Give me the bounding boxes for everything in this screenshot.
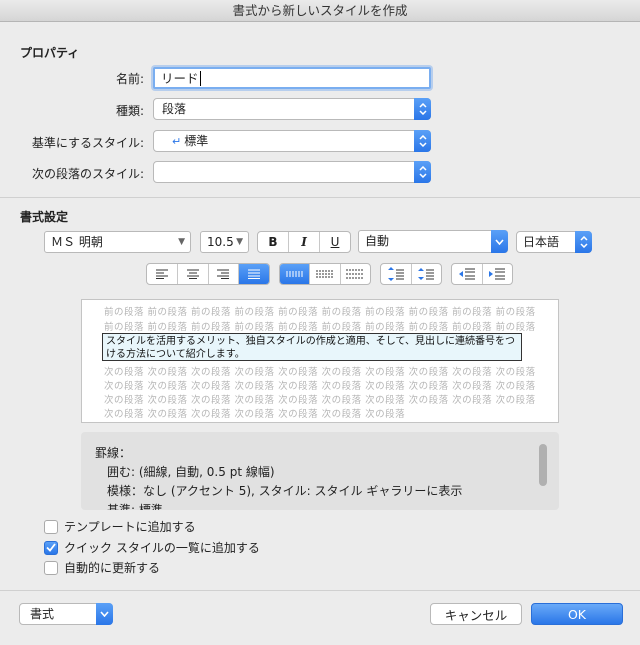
align-justify-button[interactable] [239, 264, 269, 284]
align-left-icon [155, 269, 168, 279]
alignment-group [146, 263, 270, 285]
line-spacing-group [279, 263, 371, 285]
ok-button[interactable]: OK [531, 603, 623, 625]
chevron-updown-icon [575, 231, 592, 253]
checkmark-icon [46, 543, 56, 552]
auto-update-option[interactable]: 自動的に更新する [44, 559, 160, 576]
font-color-select[interactable]: 自動 [358, 230, 508, 253]
section-divider [0, 197, 640, 198]
increase-indent-icon [489, 268, 506, 280]
align-center-button[interactable] [178, 264, 209, 284]
text-cursor [199, 71, 201, 86]
footer-divider [0, 590, 640, 591]
align-left-button[interactable] [147, 264, 178, 284]
cancel-button[interactable]: キャンセル [430, 603, 522, 625]
caret-down-icon: ▼ [236, 237, 243, 247]
align-center-icon [186, 269, 199, 279]
decrease-indent-button[interactable] [452, 264, 483, 284]
based-on-label: 基準にするスタイル: [31, 136, 144, 150]
add-to-template-checkbox[interactable] [44, 519, 58, 534]
align-right-button[interactable] [209, 264, 240, 284]
space-after-icon [418, 268, 435, 280]
style-name-value: リード [161, 71, 199, 86]
preview-prev-line: 前の段落 前の段落 前の段落 前の段落 前の段落 前の段落 前の段落 前の段落 … [104, 307, 536, 318]
space-before-button[interactable] [381, 264, 412, 284]
caret-down-icon: ▼ [178, 237, 185, 247]
preview-current-paragraph: スタイルを活用するメリット、独自スタイルの作成と適用、そして、見出しに連続番号を… [102, 333, 522, 361]
window-title: 書式から新しいスタイルを作成 [0, 0, 640, 22]
language-select[interactable]: 日本語 [516, 231, 592, 253]
language-value: 日本語 [523, 235, 560, 249]
style-name-input[interactable]: リード [153, 67, 431, 89]
chevron-down-icon [96, 603, 113, 625]
style-preview: 前の段落 前の段落 前の段落 前の段落 前の段落 前の段落 前の段落 前の段落 … [81, 299, 559, 423]
type-label: 種類: [115, 104, 144, 118]
add-to-template-option[interactable]: テンプレートに追加する [44, 518, 196, 535]
one-half-spacing-button[interactable] [310, 264, 341, 284]
style-type-select[interactable]: 段落 [153, 98, 431, 120]
preview-next-line: 次の段落 次の段落 次の段落 次の段落 次の段落 次の段落 次の段落 次の段落 … [104, 367, 536, 378]
font-size-value: 10.5 [207, 235, 234, 249]
align-right-icon [217, 269, 230, 279]
indent-group [451, 263, 513, 285]
font-value: ＭＳ 明朝 [51, 235, 103, 249]
underline-button[interactable]: U [320, 232, 350, 252]
space-after-button[interactable] [412, 264, 442, 284]
chevron-updown-icon [414, 98, 431, 120]
format-menu-label: 書式 [30, 607, 55, 621]
preview-next-line: 次の段落 次の段落 次の段落 次の段落 次の段落 次の段落 次の段落 次の段落 … [104, 395, 536, 406]
single-spacing-button[interactable] [280, 264, 311, 284]
quick-styles-label: クイック スタイルの一覧に追加する [64, 541, 260, 555]
auto-update-label: 自動的に更新する [64, 561, 161, 575]
description-line: 基準: 標準 [107, 503, 163, 510]
next-style-label: 次の段落のスタイル: [31, 167, 144, 181]
based-on-value: 標準 [184, 134, 209, 148]
paragraph-spacing-group [380, 263, 442, 285]
quick-styles-option[interactable]: クイック スタイルの一覧に追加する [44, 539, 260, 556]
preview-next-line: 次の段落 次の段落 次の段落 次の段落 次の段落 次の段落 次の段落 [104, 409, 406, 420]
style-description: 罫線： 囲む: (細線, 自動, 0.5 pt 線幅) 模様：なし (アクセント… [81, 432, 559, 510]
italic-button[interactable]: I [289, 232, 320, 252]
preview-prev-line: 前の段落 前の段落 前の段落 前の段落 前の段落 前の段落 前の段落 前の段落 … [104, 322, 536, 333]
bold-button[interactable]: B [258, 232, 289, 252]
space-before-icon [387, 267, 404, 281]
font-size-select[interactable]: 10.5 ▼ [200, 231, 249, 253]
name-label: 名前: [115, 72, 144, 86]
decrease-indent-icon [458, 268, 475, 280]
preview-next-line: 次の段落 次の段落 次の段落 次の段落 次の段落 次の段落 次の段落 次の段落 … [104, 381, 536, 392]
double-spacing-button[interactable] [341, 264, 370, 284]
align-justify-icon [248, 269, 261, 279]
one-half-spacing-icon [315, 270, 334, 278]
font-select[interactable]: ＭＳ 明朝 ▼ [44, 231, 191, 253]
description-line: 罫線： [95, 446, 132, 460]
properties-section-title: プロパティ [20, 46, 80, 60]
description-line: 囲む: (細線, 自動, 0.5 pt 線幅) [107, 465, 275, 479]
increase-indent-button[interactable] [483, 264, 513, 284]
format-menu-button[interactable]: 書式 [19, 603, 113, 625]
paragraph-mark-icon: ↵ [172, 135, 182, 148]
auto-update-checkbox[interactable] [44, 560, 58, 575]
font-color-value: 自動 [365, 234, 390, 248]
single-spacing-icon [285, 271, 304, 277]
chevron-updown-icon [414, 161, 431, 183]
description-line: 模様：なし (アクセント 5), スタイル: スタイル ギャラリーに表示 [107, 484, 463, 498]
chevron-down-icon [491, 230, 508, 253]
create-style-dialog: 書式から新しいスタイルを作成 プロパティ 名前: リード 種類: 段落 基準にす… [0, 0, 640, 645]
formatting-section-title: 書式設定 [20, 210, 69, 224]
quick-styles-checkbox[interactable] [44, 540, 58, 555]
double-spacing-icon [346, 269, 365, 279]
next-style-select[interactable] [153, 161, 431, 183]
description-scrollbar[interactable] [539, 444, 547, 486]
add-to-template-label: テンプレートに追加する [64, 520, 196, 534]
text-style-group: B I U [257, 231, 351, 253]
chevron-updown-icon [414, 130, 431, 152]
based-on-select[interactable]: ↵ 標準 [153, 130, 431, 152]
style-type-value: 段落 [162, 102, 187, 116]
